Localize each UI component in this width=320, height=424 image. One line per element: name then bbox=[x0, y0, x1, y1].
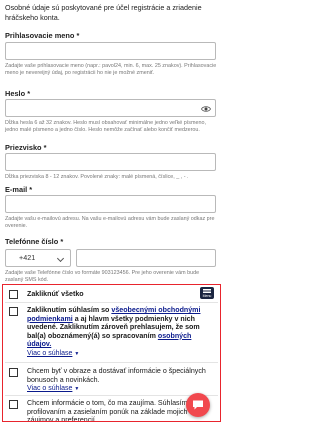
bonus-consent-text: Chcem byť v obraze a dostávať informácie… bbox=[27, 367, 206, 384]
required-mark: * bbox=[27, 89, 31, 98]
eye-icon[interactable] bbox=[201, 104, 211, 114]
divider bbox=[5, 395, 218, 396]
chevron-down-icon bbox=[56, 254, 65, 263]
password-label: Heslo * bbox=[5, 89, 30, 98]
select-all-label: Zakliknúť všetko bbox=[27, 290, 84, 298]
bonus-more-label[interactable]: Viac o súhlase bbox=[27, 385, 72, 392]
nickname-label-text: Prihlasovacie meno bbox=[5, 31, 75, 40]
menu-badge-label: Menu bbox=[202, 294, 212, 298]
menu-badge[interactable]: Menu bbox=[200, 287, 214, 299]
terms-consent-text: Zakliknutím súhlasím so všeobecnými obch… bbox=[27, 306, 215, 349]
chat-bubble-icon bbox=[193, 400, 203, 410]
nickname-input[interactable] bbox=[5, 42, 216, 60]
email-help: Zadajte vašu e-mailovú adresu. Na vašu e… bbox=[5, 216, 215, 229]
registration-form: Osobné údaje sú poskytované pre účel reg… bbox=[0, 0, 222, 424]
terms-more-label[interactable]: Viac o súhlase bbox=[27, 350, 72, 357]
required-mark: * bbox=[43, 143, 47, 152]
required-mark: * bbox=[60, 237, 64, 246]
surname-help: Dĺžka priezviska 8 - 12 znakov. Povolené… bbox=[5, 174, 189, 180]
surname-label: Priezvisko * bbox=[5, 143, 47, 152]
phone-label-text: Telefónne číslo bbox=[5, 237, 59, 246]
email-label: E-mail * bbox=[5, 185, 32, 194]
email-label-text: E-mail bbox=[5, 185, 28, 194]
phone-help: Zadajte vaše Telefónne číslo vo formáte … bbox=[5, 270, 200, 283]
intro-text: Osobné údaje sú poskytované pre účel reg… bbox=[5, 3, 202, 22]
required-mark: * bbox=[76, 31, 80, 40]
nickname-label: Prihlasovacie meno * bbox=[5, 31, 79, 40]
caret-down-icon: ▼ bbox=[74, 351, 80, 357]
phone-input[interactable] bbox=[76, 249, 216, 267]
surname-label-text: Priezvisko bbox=[5, 143, 42, 152]
divider bbox=[5, 302, 218, 303]
password-input[interactable] bbox=[5, 99, 216, 117]
caret-down-icon: ▼ bbox=[74, 386, 80, 392]
bonus-consent-checkbox[interactable] bbox=[9, 368, 18, 377]
email-input[interactable] bbox=[5, 195, 216, 213]
terms-text-a: Zakliknutím súhlasím so bbox=[27, 306, 112, 314]
terms-consent-checkbox[interactable] bbox=[9, 307, 18, 316]
password-help: Dĺžka hesla 6 až 32 znakov. Heslo musí o… bbox=[5, 120, 206, 133]
phone-prefix-value: +421 bbox=[19, 253, 36, 262]
bonus-more-link[interactable]: Viac o súhlase ▼ bbox=[27, 384, 79, 394]
profiling-consent-checkbox[interactable] bbox=[9, 400, 18, 409]
terms-more-link[interactable]: Viac o súhlase ▼ bbox=[27, 349, 79, 359]
nickname-help: Zadajte vaše prihlasovacie meno (napr.: … bbox=[5, 63, 217, 76]
chat-button[interactable] bbox=[186, 393, 210, 417]
phone-prefix-select[interactable]: +421 bbox=[5, 249, 71, 267]
required-mark: * bbox=[29, 185, 33, 194]
divider bbox=[5, 362, 218, 363]
select-all-checkbox[interactable] bbox=[9, 290, 18, 299]
surname-input[interactable] bbox=[5, 153, 216, 171]
phone-label: Telefónne číslo * bbox=[5, 237, 63, 246]
password-label-text: Heslo bbox=[5, 89, 26, 98]
menu-lines-icon bbox=[203, 289, 211, 290]
